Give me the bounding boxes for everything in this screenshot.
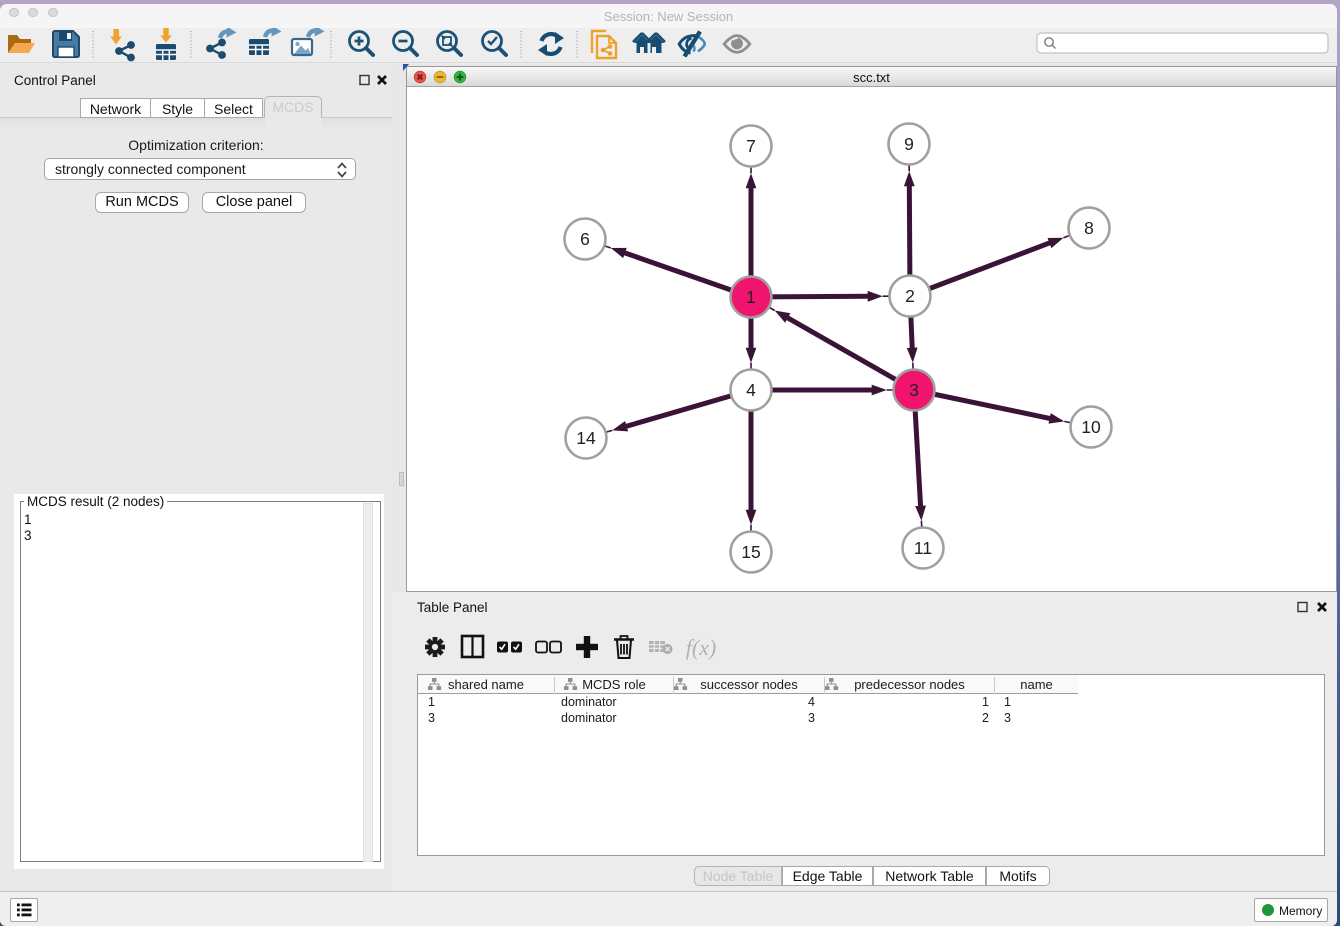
svg-text:2: 2 (905, 286, 915, 306)
svg-text:9: 9 (904, 134, 914, 154)
svg-text:7: 7 (746, 136, 756, 156)
svg-text:11: 11 (914, 538, 932, 558)
svg-text:4: 4 (746, 380, 756, 400)
svg-text:1: 1 (746, 287, 756, 307)
svg-text:f(x): f(x) (686, 635, 717, 660)
svg-text:15: 15 (741, 542, 760, 562)
svg-text:14: 14 (576, 428, 596, 448)
svg-text:8: 8 (1084, 218, 1094, 238)
svg-text:6: 6 (580, 229, 590, 249)
svg-text:3: 3 (909, 380, 919, 400)
svg-text:10: 10 (1081, 417, 1101, 437)
